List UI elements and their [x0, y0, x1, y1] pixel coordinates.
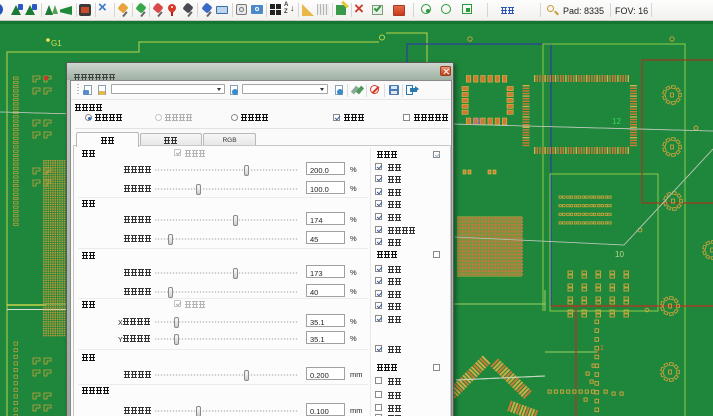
- svg-text:1: 1: [600, 345, 604, 352]
- svg-text:10: 10: [615, 250, 624, 259]
- svg-text:G1: G1: [51, 39, 62, 48]
- svg-text:12: 12: [612, 117, 621, 126]
